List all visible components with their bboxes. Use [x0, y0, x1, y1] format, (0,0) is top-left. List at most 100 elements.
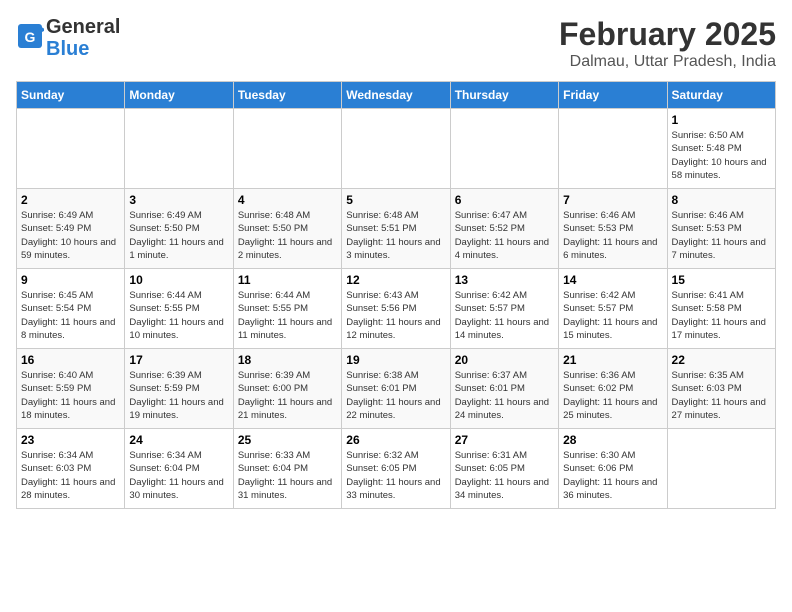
svg-text:G: G [25, 29, 36, 45]
day-info: Sunrise: 6:37 AM Sunset: 6:01 PM Dayligh… [455, 369, 554, 422]
day-info: Sunrise: 6:50 AM Sunset: 5:48 PM Dayligh… [672, 129, 771, 182]
calendar-cell: 7Sunrise: 6:46 AM Sunset: 5:53 PM Daylig… [559, 189, 667, 269]
calendar-cell: 16 Sunrise: 6:40 AM Sunset: 5:59 PM Dayli… [17, 349, 125, 429]
calendar-week-row: 2 Sunrise: 6:49 AM Sunset: 5:49 PM Daylig… [17, 189, 776, 269]
calendar-cell: 19 Sunrise: 6:38 AM Sunset: 6:01 PM Dayli… [342, 349, 450, 429]
day-info: Sunrise: 6:41 AM Sunset: 5:58 PM Dayligh… [672, 289, 771, 342]
calendar-week-row: 1 Sunrise: 6:50 AM Sunset: 5:48 PM Daylig… [17, 109, 776, 189]
day-info: Sunrise: 6:34 AM Sunset: 6:03 PM Dayligh… [21, 449, 120, 502]
day-info: Sunrise: 6:35 AM Sunset: 6:03 PM Dayligh… [672, 369, 771, 422]
header: G General Blue February 2025 Dalmau, Utt… [16, 16, 776, 71]
day-info: Sunrise: 6:36 AM Sunset: 6:02 PM Dayligh… [563, 369, 662, 422]
calendar-header-row: SundayMondayTuesdayWednesdayThursdayFrid… [17, 82, 776, 109]
day-number: 28 [563, 433, 662, 447]
day-info: Sunrise: 6:32 AM Sunset: 6:05 PM Dayligh… [346, 449, 445, 502]
calendar-cell: 22Sunrise: 6:35 AM Sunset: 6:03 PM Dayli… [667, 349, 775, 429]
calendar-cell: 1 Sunrise: 6:50 AM Sunset: 5:48 PM Daylig… [667, 109, 775, 189]
calendar-table: SundayMondayTuesdayWednesdayThursdayFrid… [16, 81, 776, 509]
day-number: 18 [238, 353, 337, 367]
day-number: 4 [238, 193, 337, 207]
calendar-cell [559, 109, 667, 189]
weekday-header: Sunday [17, 82, 125, 109]
calendar-cell: 27 Sunrise: 6:31 AM Sunset: 6:05 PM Dayli… [450, 429, 558, 509]
calendar-cell [342, 109, 450, 189]
day-number: 11 [238, 273, 337, 287]
day-info: Sunrise: 6:30 AM Sunset: 6:06 PM Dayligh… [563, 449, 662, 502]
calendar-cell: 28 Sunrise: 6:30 AM Sunset: 6:06 PM Dayli… [559, 429, 667, 509]
calendar-cell [450, 109, 558, 189]
day-info: Sunrise: 6:46 AM Sunset: 5:53 PM Dayligh… [672, 209, 771, 262]
day-number: 19 [346, 353, 445, 367]
title-area: February 2025 Dalmau, Uttar Pradesh, Ind… [559, 16, 776, 71]
calendar-cell: 5 Sunrise: 6:48 AM Sunset: 5:51 PM Daylig… [342, 189, 450, 269]
day-number: 2 [21, 193, 120, 207]
calendar-cell: 14Sunrise: 6:42 AM Sunset: 5:57 PM Dayli… [559, 269, 667, 349]
calendar-week-row: 9 Sunrise: 6:45 AM Sunset: 5:54 PM Daylig… [17, 269, 776, 349]
day-number: 26 [346, 433, 445, 447]
weekday-header: Tuesday [233, 82, 341, 109]
day-number: 6 [455, 193, 554, 207]
calendar-cell: 10Sunrise: 6:44 AM Sunset: 5:55 PM Dayli… [125, 269, 233, 349]
day-info: Sunrise: 6:42 AM Sunset: 5:57 PM Dayligh… [563, 289, 662, 342]
calendar-cell: 20 Sunrise: 6:37 AM Sunset: 6:01 PM Dayli… [450, 349, 558, 429]
calendar-week-row: 23 Sunrise: 6:34 AM Sunset: 6:03 PM Dayli… [17, 429, 776, 509]
day-number: 21 [563, 353, 662, 367]
day-number: 20 [455, 353, 554, 367]
day-info: Sunrise: 6:48 AM Sunset: 5:51 PM Dayligh… [346, 209, 445, 262]
day-number: 8 [672, 193, 771, 207]
day-number: 15 [672, 273, 771, 287]
calendar-cell: 24 Sunrise: 6:34 AM Sunset: 6:04 PM Dayli… [125, 429, 233, 509]
calendar-cell: 3 Sunrise: 6:49 AM Sunset: 5:50 PM Daylig… [125, 189, 233, 269]
day-number: 10 [129, 273, 228, 287]
day-number: 23 [21, 433, 120, 447]
day-info: Sunrise: 6:40 AM Sunset: 5:59 PM Dayligh… [21, 369, 120, 422]
logo-blue: Blue [46, 38, 89, 60]
day-info: Sunrise: 6:49 AM Sunset: 5:50 PM Dayligh… [129, 209, 228, 262]
calendar-cell [667, 429, 775, 509]
calendar-week-row: 16 Sunrise: 6:40 AM Sunset: 5:59 PM Dayli… [17, 349, 776, 429]
day-info: Sunrise: 6:34 AM Sunset: 6:04 PM Dayligh… [129, 449, 228, 502]
day-info: Sunrise: 6:31 AM Sunset: 6:05 PM Dayligh… [455, 449, 554, 502]
calendar-cell: 6 Sunrise: 6:47 AM Sunset: 5:52 PM Daylig… [450, 189, 558, 269]
day-info: Sunrise: 6:45 AM Sunset: 5:54 PM Dayligh… [21, 289, 120, 342]
calendar-cell: 4 Sunrise: 6:48 AM Sunset: 5:50 PM Daylig… [233, 189, 341, 269]
day-number: 5 [346, 193, 445, 207]
calendar-cell: 9 Sunrise: 6:45 AM Sunset: 5:54 PM Daylig… [17, 269, 125, 349]
day-info: Sunrise: 6:46 AM Sunset: 5:53 PM Dayligh… [563, 209, 662, 262]
calendar-cell [17, 109, 125, 189]
day-info: Sunrise: 6:47 AM Sunset: 5:52 PM Dayligh… [455, 209, 554, 262]
day-number: 17 [129, 353, 228, 367]
calendar-cell: 13Sunrise: 6:42 AM Sunset: 5:57 PM Dayli… [450, 269, 558, 349]
day-number: 13 [455, 273, 554, 287]
day-info: Sunrise: 6:39 AM Sunset: 5:59 PM Dayligh… [129, 369, 228, 422]
day-info: Sunrise: 6:44 AM Sunset: 5:55 PM Dayligh… [238, 289, 337, 342]
location-title: Dalmau, Uttar Pradesh, India [559, 53, 776, 71]
day-number: 3 [129, 193, 228, 207]
day-info: Sunrise: 6:33 AM Sunset: 6:04 PM Dayligh… [238, 449, 337, 502]
calendar-cell: 21 Sunrise: 6:36 AM Sunset: 6:02 PM Dayli… [559, 349, 667, 429]
logo-general: General [46, 16, 120, 38]
calendar-cell: 25 Sunrise: 6:33 AM Sunset: 6:04 PM Dayli… [233, 429, 341, 509]
calendar-cell: 11 Sunrise: 6:44 AM Sunset: 5:55 PM Dayli… [233, 269, 341, 349]
day-number: 24 [129, 433, 228, 447]
logo: G General Blue [16, 16, 120, 60]
month-title: February 2025 [559, 16, 776, 53]
day-info: Sunrise: 6:39 AM Sunset: 6:00 PM Dayligh… [238, 369, 337, 422]
calendar-cell [125, 109, 233, 189]
calendar-cell: 12Sunrise: 6:43 AM Sunset: 5:56 PM Dayli… [342, 269, 450, 349]
day-number: 1 [672, 113, 771, 127]
day-info: Sunrise: 6:43 AM Sunset: 5:56 PM Dayligh… [346, 289, 445, 342]
calendar-cell: 17 Sunrise: 6:39 AM Sunset: 5:59 PM Dayli… [125, 349, 233, 429]
weekday-header: Wednesday [342, 82, 450, 109]
day-number: 25 [238, 433, 337, 447]
calendar-cell: 2 Sunrise: 6:49 AM Sunset: 5:49 PM Daylig… [17, 189, 125, 269]
day-info: Sunrise: 6:38 AM Sunset: 6:01 PM Dayligh… [346, 369, 445, 422]
day-number: 27 [455, 433, 554, 447]
weekday-header: Monday [125, 82, 233, 109]
day-number: 16 [21, 353, 120, 367]
weekday-header: Thursday [450, 82, 558, 109]
calendar-cell: 8 Sunrise: 6:46 AM Sunset: 5:53 PM Daylig… [667, 189, 775, 269]
day-number: 9 [21, 273, 120, 287]
day-info: Sunrise: 6:49 AM Sunset: 5:49 PM Dayligh… [21, 209, 120, 262]
day-info: Sunrise: 6:48 AM Sunset: 5:50 PM Dayligh… [238, 209, 337, 262]
